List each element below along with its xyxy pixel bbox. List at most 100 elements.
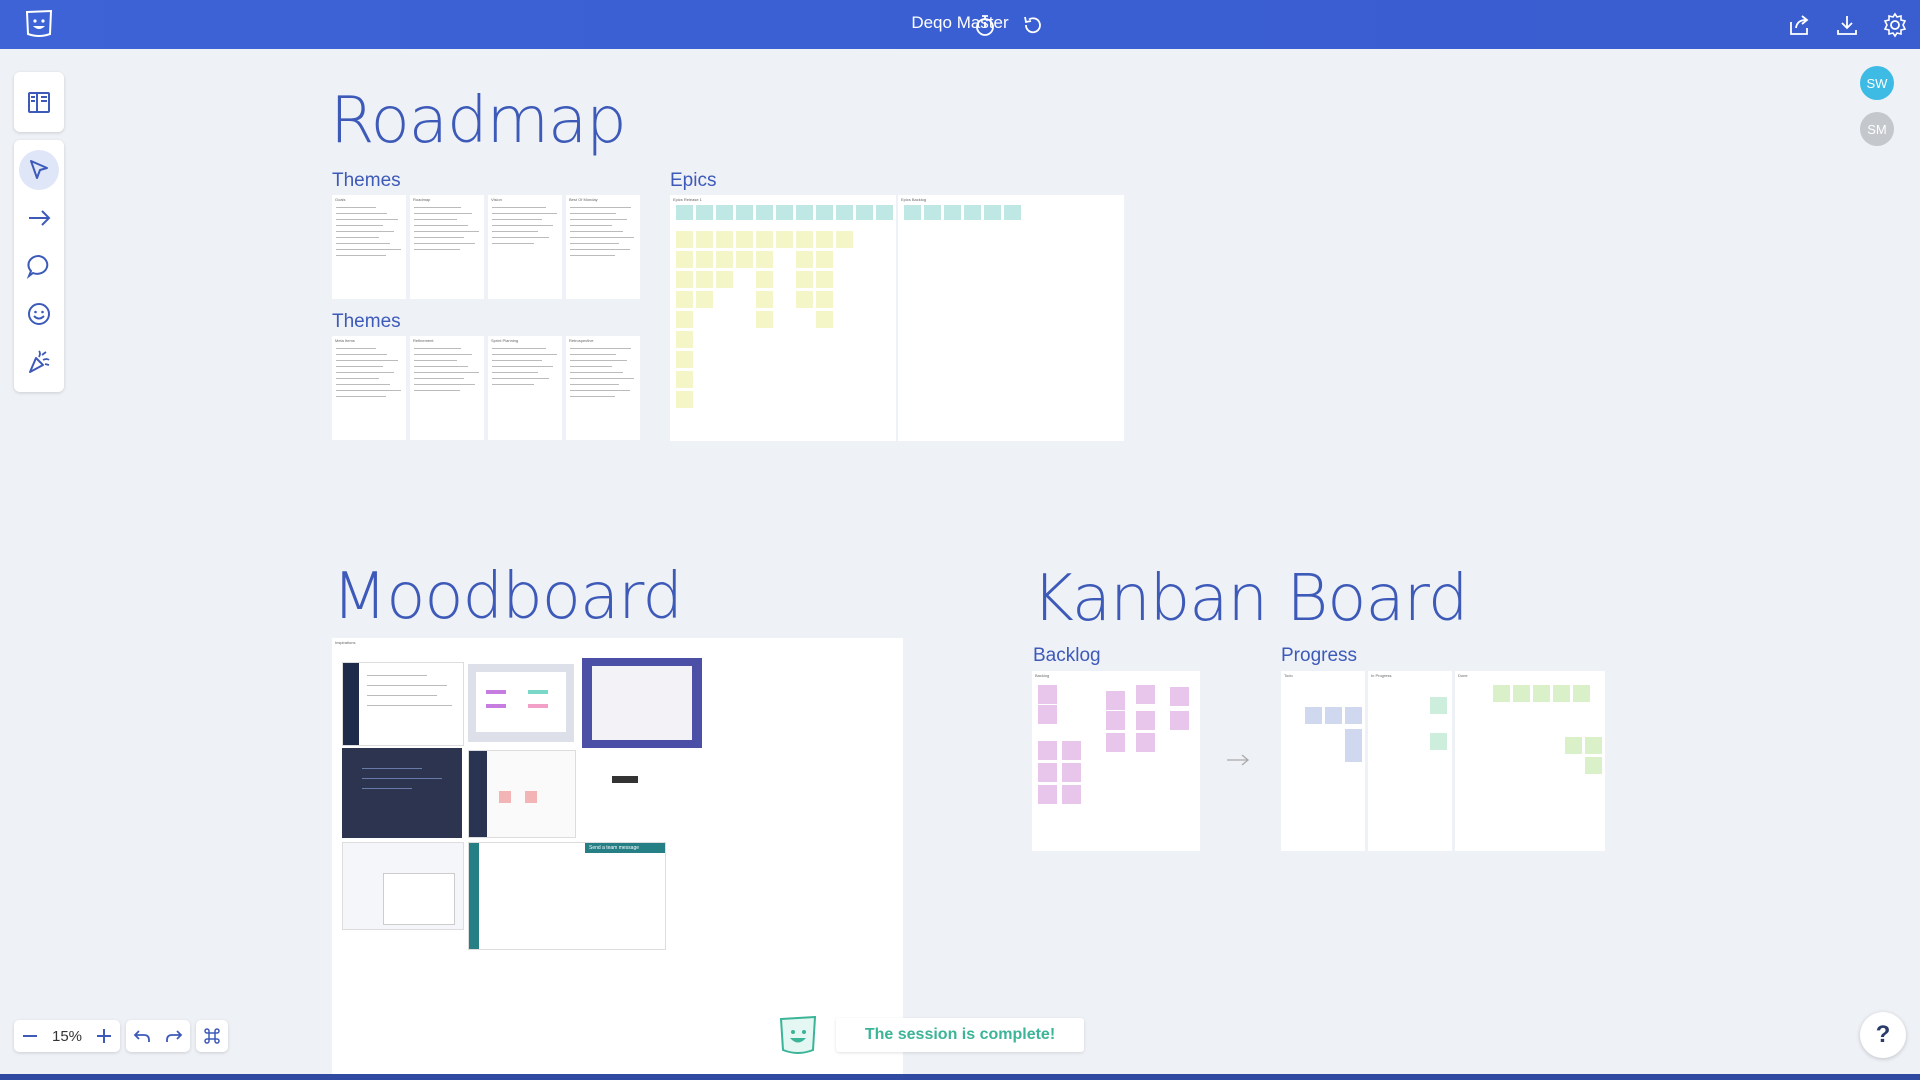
epic-backlog-sticky bbox=[904, 205, 921, 220]
comment-tool-button[interactable] bbox=[14, 242, 64, 290]
tools-group bbox=[14, 140, 64, 392]
epic-header-sticky bbox=[836, 205, 853, 220]
share-icon[interactable] bbox=[1786, 12, 1812, 38]
shortcuts-button[interactable] bbox=[196, 1020, 228, 1052]
theme-column[interactable]: Sprint Planning bbox=[488, 336, 562, 440]
backlog-sticky bbox=[1062, 741, 1081, 760]
deqo-logo-icon[interactable] bbox=[24, 9, 54, 39]
text-line bbox=[570, 390, 630, 391]
theme-column[interactable]: Roadmap bbox=[410, 195, 484, 299]
epic-sticky bbox=[756, 311, 773, 328]
epic-sticky bbox=[676, 231, 693, 248]
text-line bbox=[336, 213, 387, 214]
celebrate-tool-button[interactable] bbox=[14, 338, 64, 386]
done-sticky bbox=[1573, 685, 1590, 702]
epic-sticky bbox=[816, 311, 833, 328]
moodboard-image-2[interactable] bbox=[468, 664, 574, 742]
text-line bbox=[414, 237, 464, 238]
epic-header-sticky bbox=[856, 205, 873, 220]
moodboard-image-1[interactable] bbox=[342, 662, 464, 746]
moodboard-image-7[interactable]: Send a team message bbox=[468, 842, 666, 950]
moodboard-image-4[interactable] bbox=[342, 748, 462, 838]
plus-icon bbox=[97, 1029, 112, 1043]
epic-sticky bbox=[676, 291, 693, 308]
epic-header-sticky bbox=[716, 205, 733, 220]
left-toolbar bbox=[14, 72, 64, 400]
history-icon[interactable] bbox=[1020, 12, 1046, 38]
todo-sticky bbox=[1325, 707, 1342, 724]
undo-redo-controls bbox=[126, 1020, 191, 1052]
zoom-out-button[interactable] bbox=[14, 1020, 46, 1052]
theme-column[interactable]: Refinement bbox=[410, 336, 484, 440]
moodboard-image-3[interactable] bbox=[582, 658, 702, 748]
zoom-in-button[interactable] bbox=[88, 1020, 120, 1052]
stopwatch-icon[interactable] bbox=[972, 12, 998, 38]
backlog-frame[interactable]: Backlog bbox=[1032, 671, 1200, 851]
zoom-level[interactable]: 15% bbox=[46, 1028, 88, 1045]
emoji-tool-button[interactable] bbox=[14, 290, 64, 338]
moodboard-logo-image[interactable] bbox=[612, 776, 638, 783]
epic-sticky bbox=[676, 391, 693, 408]
themes-label-2: Themes bbox=[332, 311, 401, 332]
progress-column[interactable]: In Progress bbox=[1368, 671, 1452, 851]
avatar-sm[interactable]: SM bbox=[1860, 112, 1894, 146]
text-line bbox=[414, 213, 472, 214]
epic-sticky bbox=[836, 231, 853, 248]
theme-column-label: Vision bbox=[491, 197, 502, 202]
done-sticky bbox=[1553, 685, 1570, 702]
epic-sticky bbox=[756, 291, 773, 308]
text-line bbox=[336, 231, 394, 232]
select-cursor-icon bbox=[30, 160, 48, 179]
download-icon[interactable] bbox=[1834, 12, 1860, 38]
theme-column[interactable]: Retrospective bbox=[566, 336, 640, 440]
done-sticky bbox=[1565, 737, 1582, 754]
backlog-sticky bbox=[1136, 733, 1155, 752]
epic-sticky bbox=[696, 271, 713, 288]
epic-sticky bbox=[796, 291, 813, 308]
text-line bbox=[570, 249, 630, 250]
progress-column-label: In Progress bbox=[1371, 673, 1392, 678]
redo-icon bbox=[166, 1030, 183, 1042]
panel-toggle-button[interactable] bbox=[14, 78, 64, 126]
text-line bbox=[414, 366, 468, 367]
text-line bbox=[492, 243, 534, 244]
moodboard-image-6[interactable] bbox=[342, 842, 464, 930]
theme-column[interactable]: Goals bbox=[332, 195, 406, 299]
gear-icon[interactable] bbox=[1882, 12, 1908, 38]
help-button[interactable]: ? bbox=[1860, 1012, 1906, 1058]
epic-backlog-sticky bbox=[924, 205, 941, 220]
text-line bbox=[492, 237, 549, 238]
theme-column[interactable]: Meta Items bbox=[332, 336, 406, 440]
panel-toggle-icon bbox=[28, 92, 50, 113]
progress-column[interactable]: Todo bbox=[1281, 671, 1365, 851]
undo-button[interactable] bbox=[126, 1020, 158, 1052]
roadmap-title: Roadmap bbox=[330, 84, 627, 158]
arrow-tool-button[interactable] bbox=[14, 194, 64, 242]
moodboard-frame[interactable]: Inspirations Send a team message bbox=[332, 638, 903, 1074]
text-line bbox=[414, 231, 479, 232]
avatar-sw[interactable]: SW bbox=[1860, 66, 1894, 100]
bottom-toolbar: 15% bbox=[14, 1020, 229, 1052]
epic-sticky bbox=[796, 271, 813, 288]
text-line bbox=[336, 249, 401, 250]
text-line bbox=[570, 366, 612, 367]
theme-column-label: Sprint Planning bbox=[491, 338, 519, 343]
epic-header-sticky bbox=[796, 205, 813, 220]
theme-column[interactable]: Vision bbox=[488, 195, 562, 299]
text-line bbox=[492, 384, 534, 385]
epics-backlog-frame[interactable]: Epics Backlog bbox=[898, 195, 1124, 441]
done-sticky bbox=[1585, 757, 1602, 774]
party-popper-icon bbox=[29, 350, 50, 373]
select-tool-button[interactable] bbox=[14, 146, 64, 194]
text-line bbox=[414, 219, 457, 220]
text-line bbox=[492, 372, 538, 373]
redo-button[interactable] bbox=[158, 1020, 190, 1052]
moodboard-image-5[interactable] bbox=[468, 750, 576, 838]
epics-release-frame[interactable]: Epics Release 1 bbox=[670, 195, 896, 441]
theme-column[interactable]: Best Of Monday bbox=[566, 195, 640, 299]
text-line bbox=[336, 378, 379, 379]
text-line bbox=[336, 372, 394, 373]
progress-column[interactable]: Done bbox=[1455, 671, 1605, 851]
epic-header-sticky bbox=[776, 205, 793, 220]
text-line bbox=[492, 378, 549, 379]
